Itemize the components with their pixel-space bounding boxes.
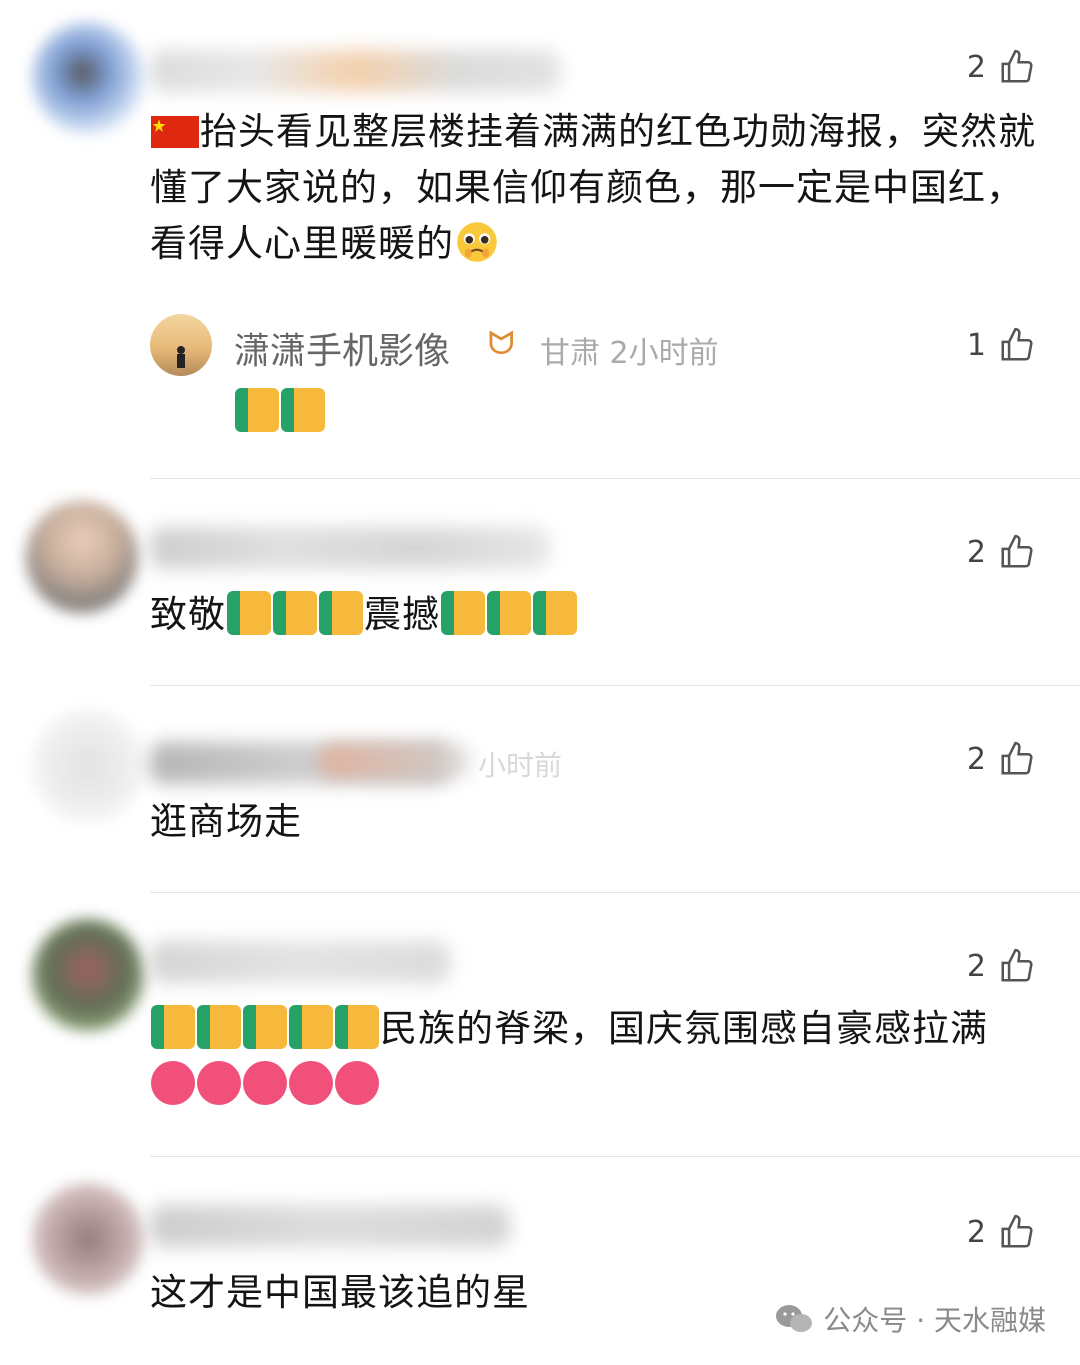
like-button[interactable]: 2 xyxy=(967,1213,1036,1251)
thumbs-up-emoji-icon xyxy=(151,1005,195,1049)
username-blurred xyxy=(150,941,450,983)
like-count: 2 xyxy=(966,1214,986,1250)
like-count: 1 xyxy=(966,327,986,363)
comment-item: 2 民族的脊梁，国庆氛围感自豪感拉满 xyxy=(0,893,1080,1156)
comment-item: 2 抬头看见整层楼挂着满满的红色功勋海报，突然就懂了大家说的，如果信仰有颜色，那… xyxy=(0,0,1080,478)
like-count: 2 xyxy=(966,948,986,984)
heart-emoji-icon xyxy=(289,1061,333,1105)
thumbs-up-emoji-icon xyxy=(281,388,325,432)
thumbs-up-emoji-icon xyxy=(235,388,279,432)
comment-text: 民族的脊梁，国庆氛围感自豪感拉满 xyxy=(150,1001,1050,1113)
thumbs-up-emoji-icon xyxy=(335,1005,379,1049)
location-blurred xyxy=(320,744,470,778)
comment-time: 小时前 xyxy=(478,749,563,782)
username-blurred xyxy=(150,1205,510,1247)
thumbs-up-icon xyxy=(1001,741,1033,775)
reply-meta: 甘肃 2小时前 xyxy=(540,336,719,371)
thumbs-up-emoji-icon xyxy=(441,591,485,635)
username-blurred xyxy=(150,50,560,92)
reply-username[interactable]: 潇潇手机影像 xyxy=(234,322,450,374)
like-button[interactable]: 2 xyxy=(967,533,1036,571)
reply-avatar[interactable] xyxy=(150,314,212,376)
thumbs-up-icon xyxy=(1001,1214,1033,1248)
thumbs-up-emoji-icon xyxy=(487,591,531,635)
heart-emoji-icon xyxy=(197,1061,241,1105)
like-count: 2 xyxy=(966,534,986,570)
person-silhouette-icon xyxy=(177,346,185,368)
avatar[interactable] xyxy=(26,501,138,613)
avatar[interactable] xyxy=(32,919,144,1031)
comment-item: 2 致敬 震撼 xyxy=(0,479,1080,685)
thumbs-up-emoji-icon xyxy=(289,1005,333,1049)
comment-item: 小时前 2 逛商场走 xyxy=(0,686,1080,892)
wechat-icon xyxy=(776,1305,813,1332)
comment-text: 致敬 震撼 xyxy=(150,587,1050,643)
avatar[interactable] xyxy=(32,22,144,134)
thumbs-up-emoji-icon xyxy=(243,1005,287,1049)
like-count: 2 xyxy=(966,49,986,85)
thumbs-up-emoji-icon xyxy=(227,591,271,635)
thumbs-up-icon xyxy=(1001,534,1033,568)
pleading-face-emoji-icon xyxy=(457,222,497,262)
thumbs-up-emoji-icon xyxy=(319,591,363,635)
thumbs-up-emoji-icon xyxy=(533,591,577,635)
thumbs-up-icon xyxy=(1001,948,1033,982)
heart-emoji-icon xyxy=(335,1061,379,1105)
watermark-text: 公众号 · 天水融媒 xyxy=(823,1304,1046,1337)
avatar[interactable] xyxy=(32,710,144,822)
comment-text: 抬头看见整层楼挂着满满的红色功勋海报，突然就懂了大家说的，如果信仰有颜色，那一定… xyxy=(150,110,1036,265)
reply-text xyxy=(234,384,1080,440)
thumbs-up-emoji-icon xyxy=(197,1005,241,1049)
reply-like-button[interactable]: 1 xyxy=(967,326,1036,364)
thumbs-up-icon xyxy=(1001,49,1033,83)
like-button[interactable]: 2 xyxy=(967,48,1036,86)
like-button[interactable]: 2 xyxy=(967,947,1036,985)
heart-emoji-icon xyxy=(243,1061,287,1105)
china-flag-icon xyxy=(151,116,199,148)
avatar[interactable] xyxy=(32,1183,144,1295)
thumbs-up-emoji-icon xyxy=(273,591,317,635)
verified-badge-icon: ᗢ xyxy=(488,324,515,362)
watermark: 公众号 · 天水融媒 xyxy=(775,1299,1046,1339)
thumbs-up-icon xyxy=(1001,327,1033,361)
like-count: 2 xyxy=(966,741,986,777)
comment-text: 逛商场走 xyxy=(150,800,302,843)
heart-emoji-icon xyxy=(151,1061,195,1105)
like-button[interactable]: 2 xyxy=(967,740,1036,778)
username-blurred xyxy=(150,527,550,569)
